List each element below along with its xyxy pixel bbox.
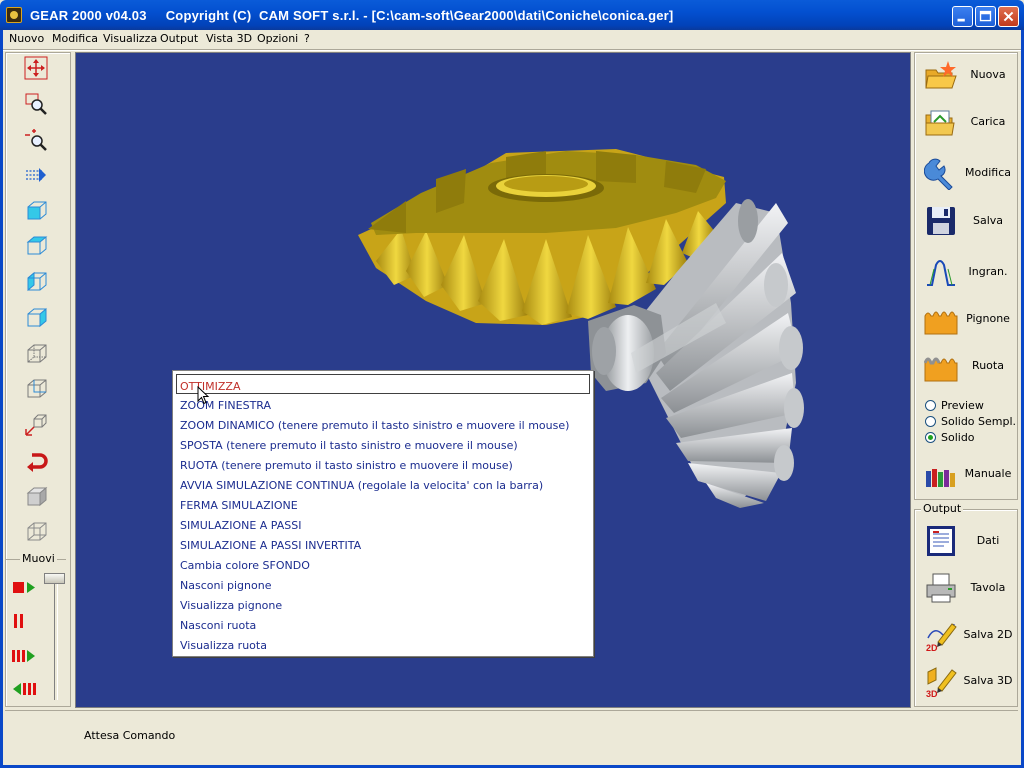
wheel-teeth-icon [924,357,958,382]
wrench-icon [924,158,953,190]
window-title: GEAR 2000 v04.03 Copyright (C) CAM SOFT … [30,8,674,23]
ruota-button[interactable]: Ruota [924,345,1014,385]
speed-slider-thumb[interactable] [44,573,65,584]
menu-item-ottimizza[interactable]: OTTIMIZZA [176,374,590,394]
menu-item-sposta[interactable]: SPOSTA (tenere premuto il tasto sinistro… [179,434,589,454]
output-label: Output [921,502,964,515]
minimize-button[interactable] [952,6,973,27]
maximize-button[interactable] [975,6,996,27]
zoom-dynamic-icon[interactable] [24,127,48,151]
speed-slider-track[interactable] [54,578,58,700]
mouse-cursor-icon [197,386,210,405]
pan-arrow-icon[interactable] [24,163,48,187]
salva-3d-button[interactable]: 3D Salva 3D [924,660,1014,700]
menu-modifica[interactable]: Modifica [52,32,98,45]
menu-item-visualizza-ruota[interactable]: Visualizza ruota [179,634,589,654]
menu-item-simulazione-passi[interactable]: SIMULAZIONE A PASSI [179,514,589,534]
menu-item-simulazione-passi-invertita[interactable]: SIMULAZIONE A PASSI INVERTITA [179,534,589,554]
view-cube-iso-icon[interactable] [24,306,48,330]
nuova-button[interactable]: Nuova [924,54,1014,94]
svg-text:2D: 2D [926,643,938,652]
modifica-button[interactable]: Modifica [924,152,1014,192]
view-cube-top-icon[interactable] [24,234,48,258]
salva-2d-button[interactable]: 2D Salva 2D [924,614,1014,654]
close-button[interactable] [998,6,1019,27]
view-cube-front-icon[interactable] [24,199,48,223]
view-cube-back-icon[interactable] [24,377,48,401]
menu-opzioni[interactable]: Opzioni [257,32,298,45]
menu-bar: Nuovo Modifica Visualizza Output Vista 3… [3,30,1021,49]
save-3d-icon: 3D [926,667,957,698]
menu-visualizza[interactable]: Visualizza [103,32,157,45]
radio-dot-checked [925,432,936,443]
menu-item-nascondi-ruota[interactable]: Nasconi ruota [179,614,589,634]
view-cube-side-icon[interactable] [24,270,48,294]
pinion-teeth-icon [924,311,958,335]
menu-item-visualizza-pignone[interactable]: Visualizza pignone [179,594,589,614]
step-backward-icon[interactable] [12,677,36,701]
menu-vista-3d[interactable]: Vista 3D [206,32,252,45]
menu-item-avvia-simulazione[interactable]: AVVIA SIMULAZIONE CONTINUA (regolale la … [179,474,589,494]
context-menu: OTTIMIZZA ZOOM FINESTRA ZOOM DINAMICO (t… [172,370,594,657]
rotate-axes-icon[interactable] [24,413,48,437]
menu-help[interactable]: ? [304,32,310,45]
menu-nuovo[interactable]: Nuovo [9,32,44,45]
books-icon [926,469,955,487]
stop-play-icon[interactable] [12,576,36,600]
muovi-label: Muovi [20,552,57,565]
gear-profile-icon [927,260,955,286]
floppy-disk-icon [927,207,955,235]
menu-separator [3,49,1021,51]
zoom-window-icon[interactable] [24,92,48,116]
salva-button[interactable]: Salva [924,200,1014,240]
new-folder-icon [925,61,957,89]
window-frame-left [0,30,3,768]
radio-preview[interactable]: Preview [925,399,984,412]
ingran-button[interactable]: Ingran. [924,251,1014,291]
radio-solido-sempl[interactable]: Solido Sempl. [925,415,1016,428]
pignone-button[interactable]: Pignone [924,298,1014,338]
menu-output[interactable]: Output [160,32,198,45]
title-bar: GEAR 2000 v04.03 Copyright (C) CAM SOFT … [0,0,1024,30]
move-view-icon[interactable] [24,56,48,80]
manuale-button[interactable]: Manuale [924,453,1014,493]
undo-rotate-icon[interactable] [24,449,48,473]
menu-item-ruota[interactable]: RUOTA (tenere premuto il tasto sinistro … [179,454,589,474]
radio-dot [925,416,936,427]
open-folder-icon [925,110,955,136]
svg-text:3D: 3D [926,689,938,698]
tavola-button[interactable]: Tavola [924,567,1014,607]
gear-app-icon [6,7,22,23]
radio-dot [925,400,936,411]
view-cube-wire-icon[interactable] [24,342,48,366]
menu-item-zoom-finestra[interactable]: ZOOM FINESTRA [179,394,589,414]
carica-button[interactable]: Carica [924,101,1014,141]
menu-item-colore-sfondo[interactable]: Cambia colore SFONDO [179,554,589,574]
data-sheet-icon [927,526,955,556]
wire-cube-icon[interactable] [24,520,48,544]
menu-item-zoom-dinamico[interactable]: ZOOM DINAMICO (tenere premuto il tasto s… [179,414,589,434]
printer-icon [926,573,956,603]
dati-button[interactable]: Dati [924,520,1014,560]
step-forward-icon[interactable] [12,644,36,668]
save-2d-icon: 2D [926,623,957,652]
menu-item-nascondi-pignone[interactable]: Nasconi pignone [179,574,589,594]
menu-item-ferma-simulazione[interactable]: FERMA SIMULAZIONE [179,494,589,514]
pause-icon[interactable] [12,610,36,634]
radio-solido[interactable]: Solido [925,431,975,444]
solid-cube-icon[interactable] [24,485,48,509]
status-text: Attesa Comando [84,729,176,742]
